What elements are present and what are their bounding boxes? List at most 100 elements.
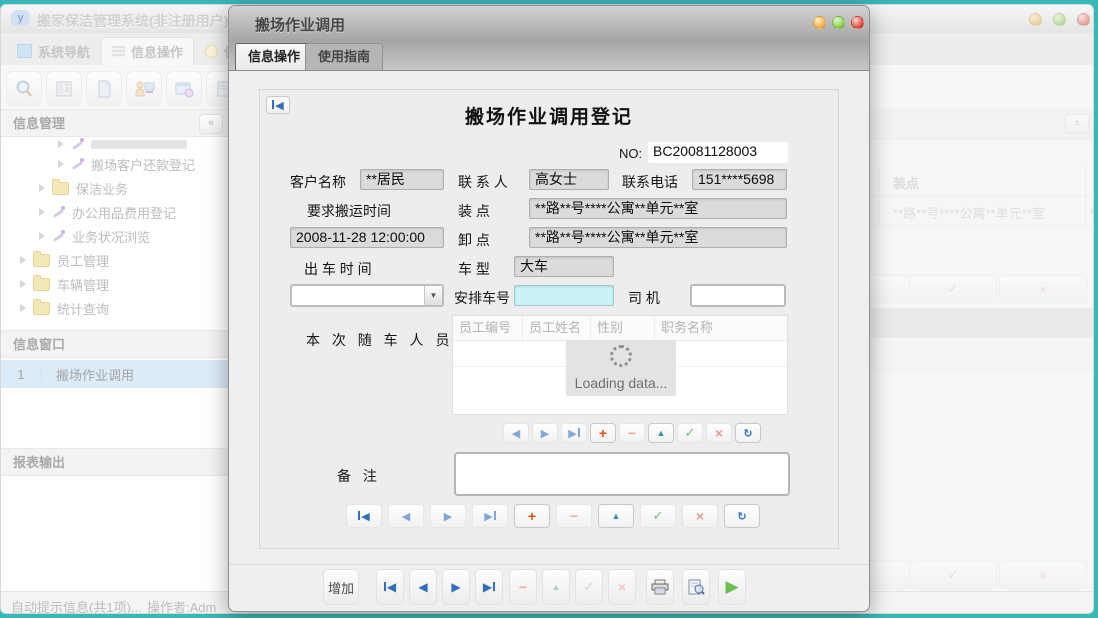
col-employee-id[interactable]: 员工编号 [453, 316, 523, 340]
crew-last-button[interactable]: ▶ [561, 423, 587, 443]
expand-arrow-icon [39, 184, 45, 192]
minimize-button[interactable] [1029, 13, 1042, 26]
crew-add-button[interactable]: + [590, 423, 616, 443]
footer-post-button[interactable]: ✓ [575, 569, 603, 605]
tree-item-partial[interactable] [58, 137, 187, 151]
unload-point-field[interactable]: **路**号****公寓**单元**室 [529, 227, 787, 248]
record-first-button[interactable]: ◀ [346, 504, 382, 528]
contact-field[interactable]: 高女士 [529, 169, 609, 190]
dialog-close-button[interactable] [851, 16, 864, 29]
tree-item-employees[interactable]: 员工管理 [20, 249, 109, 271]
footer-prev-button[interactable]: ◀ [409, 569, 437, 605]
bg-cancel-button[interactable]: × [999, 275, 1087, 303]
sidebar-section-info-window: 信息窗口 [1, 330, 229, 358]
bg-button[interactable] [863, 275, 911, 303]
record-cancel-button[interactable]: × [682, 504, 718, 528]
dialog-maximize-button[interactable] [832, 16, 845, 29]
tab-info-operation[interactable]: 信息操作 [101, 37, 194, 65]
move-time-label: 要求搬运时间 [307, 201, 391, 221]
phone-field[interactable]: 151****5698 [692, 169, 787, 190]
crew-post-button[interactable]: ✓ [677, 423, 703, 443]
tree-item-vehicles[interactable]: 车辆管理 [20, 273, 109, 295]
depart-time-dropdown[interactable]: ▼ [290, 284, 444, 307]
form-title: 搬场作业调用登记 [260, 102, 838, 129]
search-button[interactable] [6, 71, 42, 106]
col-job-title[interactable]: 职务名称 [655, 316, 789, 340]
footer-first-button[interactable]: ◀ [376, 569, 404, 605]
vehicle-type-field[interactable]: 大车 [514, 256, 614, 277]
print-button[interactable] [646, 569, 674, 605]
record-prev-button[interactable]: ◀ [388, 504, 424, 528]
crew-cancel-button[interactable]: × [706, 423, 732, 443]
col-employee-name[interactable]: 员工姓名 [523, 316, 591, 340]
no-field[interactable]: BC20081128003 [648, 142, 788, 163]
plus-icon: + [528, 508, 536, 524]
record-next-button[interactable]: ▶ [430, 504, 466, 528]
bg-post-button[interactable]: ✓ [909, 561, 997, 589]
remark-textarea[interactable] [454, 452, 790, 496]
tree-item-statistics[interactable]: 统计查询 [20, 297, 109, 319]
record-refresh-button[interactable]: ↻ [724, 504, 760, 528]
maximize-button[interactable] [1053, 13, 1066, 26]
customer-label: 客户名称 [290, 172, 346, 192]
collapse-sidebar-button[interactable]: « [199, 114, 223, 134]
plate-input[interactable] [514, 285, 614, 306]
crew-next-button[interactable]: ▶ [532, 423, 558, 443]
expand-arrow-icon [58, 160, 64, 168]
item-index: 1 [1, 367, 42, 382]
dialog-titlebar[interactable]: 搬场作业调用 [229, 6, 869, 40]
report-button[interactable] [46, 71, 82, 106]
run-button[interactable]: ▶ [718, 569, 746, 605]
folder-icon [33, 278, 50, 291]
record-remove-button[interactable]: − [556, 504, 592, 528]
crew-remove-button[interactable]: − [619, 423, 645, 443]
window-button[interactable] [166, 71, 202, 106]
user-chart-button[interactable] [126, 71, 162, 106]
bg-button[interactable] [863, 561, 911, 589]
footer-up-button[interactable]: ▲ [542, 569, 570, 605]
document-button[interactable] [86, 71, 122, 106]
crew-up-button[interactable]: ▲ [648, 423, 674, 443]
dialog-tab-info-operation[interactable]: 信息操作 [235, 43, 313, 70]
dialog-minimize-button[interactable] [813, 16, 826, 29]
minus-icon: − [628, 425, 636, 441]
bg-post-button[interactable]: ✓ [909, 275, 997, 303]
chevron-down-icon[interactable]: ▼ [424, 286, 442, 305]
close-button[interactable] [1077, 13, 1090, 26]
collapse-up-icon: « [1069, 120, 1085, 126]
col-gender[interactable]: 性别 [591, 316, 655, 340]
crew-refresh-button[interactable]: ↻ [735, 423, 761, 443]
driver-input[interactable] [690, 284, 786, 307]
cross-icon: × [696, 508, 704, 524]
bg-cancel-button[interactable]: × [999, 561, 1087, 589]
record-post-button[interactable]: ✓ [640, 504, 676, 528]
section-title: 信息窗口 [13, 337, 65, 352]
print-preview-button[interactable] [682, 569, 710, 605]
add-button[interactable]: 增加 [323, 569, 359, 605]
load-point-field[interactable]: **路**号****公寓**单元**室 [529, 198, 787, 219]
screen: y 搬家保洁管理系统(非注册用户) 系统导航 信息操作 使用指南 [0, 0, 1098, 618]
tree-item-label: 保洁业务 [76, 179, 128, 198]
footer-cancel-button[interactable]: × [608, 569, 636, 605]
tree-item-business-status[interactable]: 业务状况浏览 [39, 225, 150, 247]
refresh-icon: ↻ [743, 427, 752, 440]
cross-icon: × [1039, 282, 1047, 297]
dialog-tab-user-guide[interactable]: 使用指南 [305, 43, 383, 70]
move-time-field[interactable]: 2008-11-28 12:00:00 [290, 227, 444, 248]
footer-remove-button[interactable]: − [509, 569, 537, 605]
main-window-title: 搬家保洁管理系统(非注册用户) [37, 11, 228, 31]
info-window-item[interactable]: 1 搬场作业调用 [1, 360, 229, 388]
record-last-button[interactable]: ▶ [472, 504, 508, 528]
collapse-panel-button[interactable]: « [1065, 114, 1089, 134]
prev-icon: ◀ [418, 580, 427, 594]
record-up-button[interactable]: ▲ [598, 504, 634, 528]
footer-last-button[interactable]: ▶ [475, 569, 503, 605]
customer-field[interactable]: **居民 [360, 169, 444, 190]
tab-system-nav[interactable]: 系统导航 [7, 37, 100, 65]
footer-next-button[interactable]: ▶ [442, 569, 470, 605]
record-add-button[interactable]: + [514, 504, 550, 528]
tree-item-repayment[interactable]: 搬场客户还款登记 [58, 153, 195, 175]
tree-item-cleaning[interactable]: 保洁业务 [39, 177, 128, 199]
crew-prev-button[interactable]: ◀ [503, 423, 529, 443]
tree-item-office-supplies[interactable]: 办公用品费用登记 [39, 201, 176, 223]
